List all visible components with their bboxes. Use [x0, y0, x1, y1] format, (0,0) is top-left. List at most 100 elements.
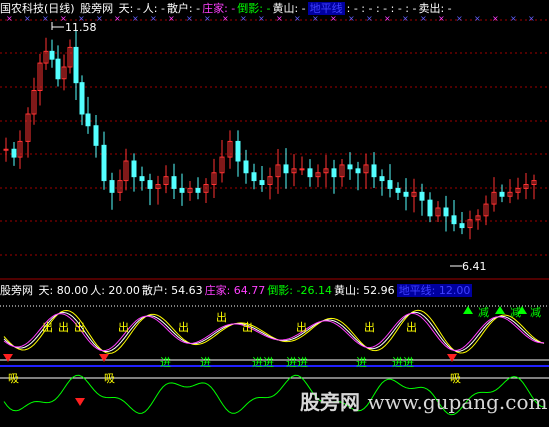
chart-canvas: × × × × × × × × × × × × × × × × × × × × × × × × × × × × × ×11.586.41出… [0, 14, 549, 416]
signal-cross-marker: × [366, 14, 373, 23]
candle-body [49, 50, 55, 60]
candle-body [11, 148, 17, 158]
indicator-values: 天: 80.00 人: 20.00 散户: 54.63 庄家: 64.77 倒影: -2… [39, 284, 475, 297]
signal-cross-marker: × [186, 14, 193, 23]
sell-arrow-marker-0 [463, 306, 473, 314]
signal-out-label-6: 出 [242, 320, 253, 334]
candle-body [243, 160, 249, 174]
signal-cross-marker: × [330, 14, 337, 23]
signal-cross-marker: × [294, 14, 301, 23]
signal-cross-marker: × [150, 14, 157, 23]
signal-cross-marker: × [240, 14, 247, 23]
signal-out-label-8: 出 [364, 320, 375, 334]
candle-body [283, 164, 289, 174]
candle-body [395, 187, 401, 193]
signal-absorb-label-1: 吸 [104, 372, 115, 385]
sanhu-white-line [3, 311, 545, 353]
signal-out-label-4: 出 [178, 320, 189, 334]
signal-cross-marker: × [114, 14, 121, 23]
candle-body [55, 58, 61, 80]
signal-cross-marker: × [6, 14, 13, 23]
signal-in-in-label-2: 进进 [392, 356, 414, 369]
candle-body [131, 160, 137, 178]
signal-cross-marker: × [420, 14, 427, 23]
indicator-item-5: 黄山: 52.96 [333, 284, 395, 297]
buy-arrow-marker-3 [75, 398, 85, 406]
candle-body [379, 176, 385, 182]
sell-arrow-marker-1 [495, 306, 505, 314]
candle-body [195, 187, 201, 193]
candle-body [109, 180, 115, 193]
candle-body [139, 176, 145, 182]
signal-out-label-0: 出 [42, 320, 53, 334]
candle-body [403, 191, 409, 197]
signal-in-label-1: 进 [200, 356, 211, 369]
signal-cross-marker: × [24, 14, 31, 23]
candle-body [299, 168, 305, 171]
signal-out-label-9: 出 [406, 320, 417, 334]
candle-body [331, 168, 337, 178]
candle-body [355, 168, 361, 174]
signal-cross-marker: × [474, 14, 481, 23]
candle-body [371, 164, 377, 178]
candle-body [347, 164, 353, 170]
signal-cross-marker: × [204, 14, 211, 23]
candle-body [171, 176, 177, 189]
buy-arrow-marker-1 [99, 354, 109, 362]
signal-cross-marker: × [510, 14, 517, 23]
buy-arrow-marker-2 [447, 354, 457, 362]
indicator-item-4: 倒影: -26.14 [267, 284, 332, 297]
signal-in-in-label-1: 进进 [286, 356, 308, 369]
candle-body [73, 46, 79, 84]
signal-cross-marker: × [222, 14, 229, 23]
indicator-item-1: 人: 20.00 [90, 284, 140, 297]
candle-body [79, 82, 85, 115]
candle-body [451, 215, 457, 225]
signal-out-label-5: 出 [216, 310, 227, 324]
high-price-label: 11.58 [65, 21, 97, 34]
signal-cross-marker: × [438, 14, 445, 23]
candle-body [499, 191, 505, 197]
candle-body [235, 140, 241, 162]
signal-cross-marker: × [528, 14, 535, 23]
signal-cross-marker: × [168, 14, 175, 23]
signal-out-label-2: 出 [74, 320, 85, 334]
candle-body [251, 172, 257, 182]
signal-cross-marker: × [402, 14, 409, 23]
candle-body [85, 113, 91, 127]
signal-absorb-label-0: 吸 [8, 372, 19, 385]
signal-cross-marker: × [258, 14, 265, 23]
candle-body [179, 187, 185, 193]
candle-body [387, 180, 393, 189]
signal-cross-marker: × [456, 14, 463, 23]
signal-cross-marker: × [312, 14, 319, 23]
candle-body [419, 191, 425, 201]
signal-cross-marker: × [348, 14, 355, 23]
signal-cross-marker: × [276, 14, 283, 23]
signal-in-label-2: 进 [356, 356, 367, 369]
buy-arrow-marker-0 [3, 354, 13, 362]
signal-cross-marker: × [132, 14, 139, 23]
indicator-item-2: 散户: 54.63 [141, 284, 203, 297]
signal-cross-marker: × [384, 14, 391, 23]
signal-out-label-3: 出 [118, 320, 129, 334]
signal-in-label-0: 进 [160, 356, 171, 369]
indicator-title-bar: 股旁网 天: 80.00 人: 20.00 散户: 54.63 庄家: 64.77 倒影… [0, 284, 476, 298]
candle-body [307, 168, 313, 178]
signal-out-label-7: 出 [296, 320, 307, 334]
low-price-label: 6.41 [462, 260, 487, 273]
candle-body [93, 125, 99, 146]
candle-body [443, 207, 449, 217]
indicator-site-name: 股旁网 [0, 284, 33, 297]
candle-body [459, 223, 465, 229]
indicator-item-3: 庄家: 64.77 [204, 284, 266, 297]
watermark-cn: 股旁网 [300, 390, 360, 414]
signal-reduce-label-2: 减 [530, 306, 541, 319]
signal-reduce-label-0: 减 [478, 306, 489, 319]
signal-cross-marker: × [96, 14, 103, 23]
candle-body [259, 180, 265, 185]
indicator-item-6: 地平线: 12.00 [396, 284, 473, 297]
candle-body [427, 199, 433, 217]
signal-absorb-label-2: 吸 [450, 372, 461, 385]
candle-body [3, 148, 9, 151]
